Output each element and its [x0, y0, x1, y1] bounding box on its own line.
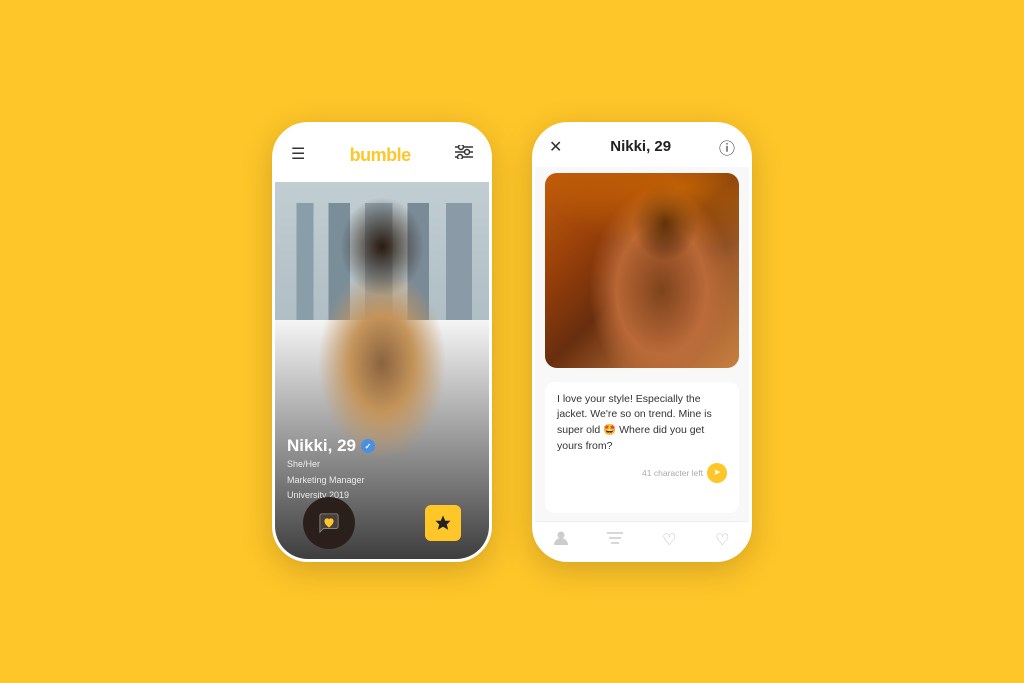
- message-footer: 41 character left ➤: [557, 463, 727, 483]
- tab-menu[interactable]: [607, 531, 623, 549]
- phone-1: ☰ bumble New here Nikki, 29 ✓: [272, 122, 492, 562]
- message-area[interactable]: I love your style! Especially the jacket…: [545, 382, 739, 513]
- profile-info: Nikki, 29 ✓ She/Her Marketing Manager Un…: [287, 436, 477, 503]
- profile-job: Marketing Manager: [287, 474, 477, 488]
- send-button[interactable]: ➤: [707, 463, 727, 483]
- super-like-button[interactable]: [303, 497, 355, 549]
- menu-icon[interactable]: ☰: [291, 144, 305, 164]
- nav-bar-2: ✕ Nikki, 29 ⓘ: [535, 125, 749, 167]
- tab-message[interactable]: ♡: [715, 530, 729, 550]
- tab-profile[interactable]: [554, 530, 568, 551]
- filter-icon[interactable]: [455, 145, 473, 164]
- char-count: 41 character left: [642, 468, 703, 478]
- boost-button[interactable]: [425, 505, 461, 541]
- close-icon[interactable]: ✕: [549, 137, 562, 157]
- detail-photo: [545, 173, 739, 368]
- verified-badge: ✓: [361, 439, 375, 453]
- profile-name: Nikki, 29 ✓: [287, 436, 477, 456]
- message-text: I love your style! Especially the jacket…: [557, 392, 727, 455]
- warm-overlay: [545, 173, 739, 368]
- card-actions: [275, 497, 489, 549]
- profile-header-name: Nikki, 29: [610, 138, 671, 155]
- tab-bar-2: ♡ ♡: [535, 521, 749, 559]
- send-icon: ➤: [713, 467, 721, 478]
- profile-pronoun: She/Her: [287, 458, 477, 472]
- info-icon[interactable]: ⓘ: [719, 135, 735, 159]
- nav-bar-1: ☰ bumble: [275, 125, 489, 182]
- phone-2: ✕ Nikki, 29 ⓘ I love your style! Especia…: [532, 122, 752, 562]
- tab-heart-2[interactable]: ♡: [662, 530, 676, 550]
- app-logo-1: bumble: [334, 135, 427, 174]
